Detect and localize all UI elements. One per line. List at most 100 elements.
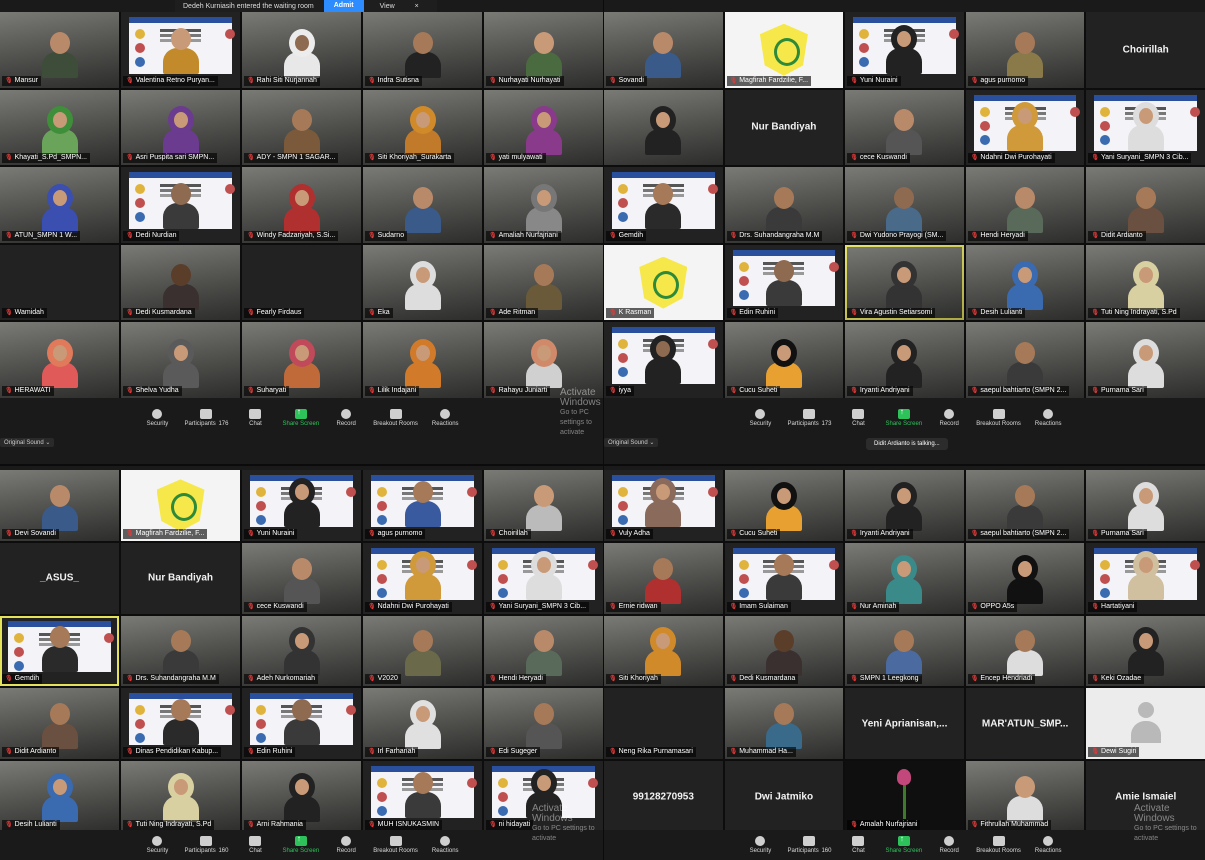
participant-tile[interactable]: 🎙 Vuly Adha xyxy=(604,470,723,541)
record-button[interactable]: Record xyxy=(936,409,962,427)
participant-tile[interactable]: 🎙 Hartatiyani xyxy=(1086,542,1205,614)
participant-tile[interactable]: 🎙 Irl Farhanah xyxy=(363,688,482,760)
participant-tile[interactable]: 🎙 Desih Lulianti xyxy=(965,244,1085,321)
participant-tile[interactable]: 🎙 Dedi Nurdian xyxy=(121,167,240,243)
participant-tile[interactable]: 🎙 Encep Hendriadi xyxy=(965,615,1085,687)
participant-tile[interactable]: 🎙 Amaliah Nurfajriani xyxy=(484,167,603,243)
participant-tile[interactable]: 🎙 Dwi Yudono Prayogi (SM... xyxy=(845,167,964,243)
record-button[interactable]: Record xyxy=(936,836,962,854)
participants-button[interactable]: Participants 173 xyxy=(787,409,831,427)
participant-tile[interactable]: 🎙 Drs. Suhandangraha M.M xyxy=(724,167,844,243)
participant-tile[interactable]: 🎙 iyya xyxy=(604,322,723,398)
participant-tile[interactable]: 🎙 Hendi Heryadi xyxy=(965,167,1085,243)
record-button[interactable]: Record xyxy=(333,409,359,427)
reactions-button[interactable]: Reactions xyxy=(1035,409,1062,427)
share-screen-button[interactable]: Share Screen xyxy=(885,834,922,854)
participant-tile[interactable]: 🎙 Tuti Ning Indrayati, S.Pd xyxy=(1086,244,1205,321)
participant-tile[interactable]: 🎙 Ndahni Dwi Purohayati xyxy=(965,89,1085,166)
participant-tile[interactable]: 🎙 Eka xyxy=(363,244,482,321)
participant-tile[interactable]: 🎙 Ernie ridwan xyxy=(604,542,723,614)
chat-button[interactable]: Chat xyxy=(242,836,268,854)
participant-tile[interactable]: 🎙 Muhammad Ha... xyxy=(724,688,844,760)
participant-tile[interactable]: 🎙 Dedi Kusmardana xyxy=(121,244,240,321)
participant-tile[interactable]: 🎙 Sudarno xyxy=(363,167,482,243)
participant-tile[interactable]: 🎙 Amalah Nurfajriani xyxy=(845,761,964,832)
chat-button[interactable]: Chat xyxy=(242,409,268,427)
participant-tile[interactable]: 🎙 V2020 xyxy=(363,615,482,687)
participant-tile[interactable]: 🎙 Iryanti Andriyani xyxy=(845,322,964,398)
reactions-button[interactable]: Reactions xyxy=(432,836,459,854)
participant-tile[interactable]: Nur Bandiyah xyxy=(724,89,844,166)
participant-tile[interactable]: _ASUS_ xyxy=(0,542,119,614)
participant-tile[interactable]: 🎙 ADY - SMPN 1 SAGAR... xyxy=(242,89,361,166)
chat-button[interactable]: Chat xyxy=(845,409,871,427)
participant-tile[interactable]: 🎙 Choirillah xyxy=(484,470,603,541)
participant-tile[interactable]: 🎙 Imam Sulaiman xyxy=(724,542,844,614)
participant-tile[interactable]: 🎙 Purnama Sari xyxy=(1086,470,1205,541)
participant-tile[interactable]: 🎙 Gemdih xyxy=(604,167,723,243)
participant-tile[interactable]: 🎙 Magfirah Fardzilie, F... xyxy=(724,12,844,88)
participant-tile[interactable]: 🎙 Desih Lulianti xyxy=(0,761,119,832)
participant-tile[interactable]: 🎙 Edi Sugeger xyxy=(484,688,603,760)
participant-tile[interactable]: 🎙 Cucu Suheti xyxy=(724,322,844,398)
participant-tile[interactable]: 🎙 Indra Sutisna xyxy=(363,12,482,88)
participant-tile[interactable]: 🎙 Asri Puspita sari SMPN... xyxy=(121,89,240,166)
admit-button[interactable]: Admit xyxy=(323,0,364,12)
participant-tile[interactable]: 🎙 Yuni Nuraini xyxy=(242,470,361,541)
participant-tile[interactable]: 🎙 saepul bahtiarto (SMPN 2... xyxy=(965,322,1085,398)
participant-tile[interactable]: 🎙 K Rasman xyxy=(604,244,723,321)
view-button[interactable]: View xyxy=(374,3,401,10)
participant-tile[interactable] xyxy=(604,89,723,166)
participant-tile[interactable]: Nur Bandiyah xyxy=(121,542,240,614)
close-icon[interactable]: × xyxy=(415,3,419,10)
participant-tile[interactable]: 🎙 Shelva Yudha xyxy=(121,322,240,398)
participant-tile[interactable]: 🎙 Nurhayati Nurhayati xyxy=(484,12,603,88)
participants-button[interactable]: Participants 160 xyxy=(184,836,228,854)
participant-tile[interactable]: 🎙 ATUN_SMPN 1 W... xyxy=(0,167,119,243)
chat-button[interactable]: Chat xyxy=(845,836,871,854)
participant-tile[interactable]: 🎙 Tuti Ning Indrayati, S.Pd xyxy=(121,761,240,832)
participant-tile[interactable]: 🎙 Valentina Retno Puryan... xyxy=(121,12,240,88)
security-button[interactable]: Security xyxy=(144,836,170,854)
participant-tile[interactable]: 🎙 Ndahni Dwi Purohayati xyxy=(363,542,482,614)
participant-tile[interactable]: 🎙 Didit Ardianto xyxy=(0,688,119,760)
participant-tile[interactable]: 🎙 Yani Suryani_SMPN 3 Cib... xyxy=(484,542,603,614)
participant-tile[interactable]: 🎙 Neng Rika Purnamasari xyxy=(604,688,723,760)
record-button[interactable]: Record xyxy=(333,836,359,854)
participant-tile[interactable]: 🎙 Drs. Suhandangraha M.M xyxy=(121,615,240,687)
participants-button[interactable]: Participants 176 xyxy=(184,409,228,427)
original-sound-toggle[interactable]: Original Sound ⌄ xyxy=(0,438,55,447)
security-button[interactable]: Security xyxy=(747,836,773,854)
participant-tile[interactable]: 🎙 Magfirah Fardzilie, F... xyxy=(121,470,240,541)
participant-tile[interactable]: 🎙 Cucu Suheti xyxy=(724,470,844,541)
participants-button[interactable]: Participants 160 xyxy=(787,836,831,854)
participant-tile[interactable]: 🎙 Purnama Sari xyxy=(1086,322,1205,398)
reactions-button[interactable]: Reactions xyxy=(432,409,459,427)
share-screen-button[interactable]: Share Screen xyxy=(282,407,319,427)
participant-tile[interactable]: 🎙 Edin Ruhini xyxy=(724,244,844,321)
participant-tile[interactable]: 🎙 agus purnomo xyxy=(965,12,1085,88)
participant-tile[interactable]: 🎙 Yani Suryani_SMPN 3 Cib... xyxy=(1086,89,1205,166)
share-screen-button[interactable]: Share Screen xyxy=(885,407,922,427)
participant-tile[interactable]: 🎙 Vira Agustin Setiarsomi xyxy=(845,244,964,321)
participant-tile[interactable]: 🎙 Siti Khoriyah xyxy=(604,615,723,687)
participant-tile[interactable]: MAR'ATUN_SMP... xyxy=(965,688,1085,760)
participant-tile[interactable]: 🎙 HERAWATI xyxy=(0,322,119,398)
breakout-rooms-button[interactable]: Breakout Rooms xyxy=(373,836,418,854)
share-screen-button[interactable]: Share Screen xyxy=(282,834,319,854)
participant-tile[interactable]: 🎙 Dinas Pendidikan Kabup... xyxy=(121,688,240,760)
participant-tile[interactable]: 🎙 Gemdih xyxy=(0,615,119,687)
security-button[interactable]: Security xyxy=(747,409,773,427)
participant-tile[interactable]: 🎙 agus purnomo xyxy=(363,470,482,541)
participant-tile[interactable]: 🎙 yati mulyawati xyxy=(484,89,603,166)
security-button[interactable]: Security xyxy=(144,409,170,427)
reactions-button[interactable]: Reactions xyxy=(1035,836,1062,854)
participant-tile[interactable]: 🎙 Dedi Kusmardana xyxy=(724,615,844,687)
participant-tile[interactable]: 🎙 Arni Rahmania xyxy=(242,761,361,832)
participant-tile[interactable]: 🎙 Siti Khoriyah_Surakarta xyxy=(363,89,482,166)
breakout-rooms-button[interactable]: Breakout Rooms xyxy=(976,409,1021,427)
participant-tile[interactable]: 🎙 Khayati_S.Pd_SMPN... xyxy=(0,89,119,166)
participant-tile[interactable]: 🎙 Sovandi xyxy=(604,12,723,88)
participant-tile[interactable]: Dwi Jatmiko xyxy=(724,761,844,832)
breakout-rooms-button[interactable]: Breakout Rooms xyxy=(373,409,418,427)
